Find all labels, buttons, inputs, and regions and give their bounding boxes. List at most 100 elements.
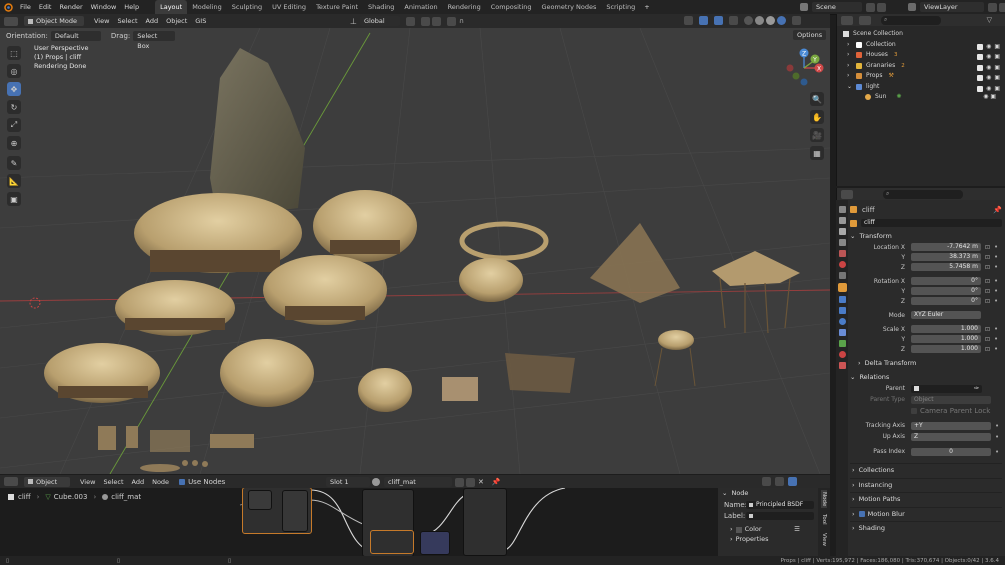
tab-scripting[interactable]: Scripting <box>601 0 640 14</box>
object-name-field[interactable]: cliff <box>861 219 1002 227</box>
keyframe-dot-icon[interactable]: • <box>994 297 998 305</box>
parent-type-dropdown[interactable]: Object <box>911 395 991 404</box>
pan-hand-icon[interactable]: ✋ <box>810 110 824 124</box>
add-cube-tool-icon[interactable]: ▣ <box>7 192 21 206</box>
pivot-icon[interactable] <box>405 16 415 26</box>
tab-rendering[interactable]: Rendering <box>443 0 486 14</box>
node-menu-node[interactable]: Node <box>148 475 173 489</box>
outliner-editor-type-icon[interactable] <box>841 15 853 25</box>
vector-node[interactable] <box>420 531 450 555</box>
expand-arrow-icon[interactable]: › <box>847 50 852 61</box>
outliner-row-sun[interactable]: Sun ✺ ◉ ▣ <box>843 92 1005 103</box>
keyframe-dot-icon[interactable]: • <box>994 325 998 333</box>
gizmo-toggle-icon[interactable] <box>699 16 708 25</box>
use-nodes-toggle[interactable]: Use Nodes <box>179 478 225 486</box>
material-shading-icon[interactable] <box>766 16 775 25</box>
pin-node-tree-icon[interactable]: 📌 <box>492 478 501 486</box>
location-x-field[interactable]: -7.7642 m <box>911 243 981 251</box>
exclude-checkbox[interactable] <box>977 85 984 92</box>
motion-blur-checkbox[interactable] <box>858 511 865 518</box>
tab-geometry-nodes[interactable]: Geometry Nodes <box>537 0 602 14</box>
parent-field[interactable]: ✑ <box>911 384 982 393</box>
scale-y-field[interactable]: 1.000 <box>911 335 981 343</box>
node-editor-type-icon[interactable] <box>4 477 18 486</box>
principled-bsdf-node[interactable] <box>463 488 507 556</box>
list-icon[interactable]: ☰ <box>794 524 800 535</box>
material-tab-icon[interactable] <box>838 351 846 358</box>
lock-icon[interactable]: ⊡ <box>985 244 990 251</box>
house-small-2[interactable] <box>220 339 314 407</box>
expand-arrow-icon[interactable]: ⌄ <box>847 82 852 93</box>
lock-icon[interactable]: ⊡ <box>985 288 990 295</box>
location-z-field[interactable]: 5.7458 m <box>911 263 981 271</box>
tab-compositing[interactable]: Compositing <box>486 0 537 14</box>
tab-layout[interactable]: Layout <box>155 0 188 14</box>
tab-shading[interactable]: Shading <box>363 0 399 14</box>
tent-frame[interactable] <box>590 223 680 303</box>
keyframe-dot-icon[interactable]: • <box>995 433 999 441</box>
constraints-tab-icon[interactable] <box>838 329 846 336</box>
rotation-z-field[interactable]: 0° <box>911 297 981 305</box>
properties-editor-type-icon[interactable] <box>841 189 853 199</box>
slot-dropdown[interactable]: Slot 1 <box>326 477 370 487</box>
xray-toggle-icon[interactable] <box>729 16 738 25</box>
transform-tool-icon[interactable]: ⊕ <box>7 136 21 150</box>
world-tab-icon[interactable] <box>838 261 846 268</box>
object-tab-icon[interactable] <box>837 283 847 292</box>
sun-visibility-icon[interactable]: ◉ ▣ <box>983 92 996 103</box>
move-tool-icon[interactable]: ✥ <box>7 82 21 96</box>
collection-tab-icon[interactable] <box>838 272 846 279</box>
crate[interactable] <box>442 377 478 401</box>
render-tab-icon[interactable] <box>838 217 846 224</box>
delete-view-layer-icon[interactable] <box>999 2 1005 12</box>
location-y-field[interactable]: 38.373 m <box>911 253 981 261</box>
display-mode-icon[interactable] <box>859 15 871 25</box>
unlink-material-icon[interactable]: ✕ <box>478 478 484 486</box>
outliner-row-collection[interactable]: › Collection ◉ ▣ <box>843 40 1005 51</box>
node-panel-header[interactable]: ⌄ Node <box>718 488 818 499</box>
pause-render-icon[interactable] <box>792 16 801 25</box>
scene-collection-row[interactable]: Scene Collection <box>843 29 1005 40</box>
filter-icon[interactable]: ▽ <box>987 16 992 24</box>
data-tab-icon[interactable] <box>838 340 846 347</box>
blender-logo-icon[interactable] <box>0 2 16 12</box>
lock-icon[interactable]: ⊡ <box>985 298 990 305</box>
expand-arrow-icon[interactable]: › <box>847 71 852 82</box>
lock-icon[interactable]: ⊡ <box>985 326 990 333</box>
scale-x-field[interactable]: 1.000 <box>911 325 981 333</box>
viewport-menu-view[interactable]: View <box>90 14 113 28</box>
granary-1[interactable] <box>459 258 523 302</box>
shelter-roof[interactable] <box>712 251 800 286</box>
rotation-x-field[interactable]: 0° <box>911 277 981 285</box>
measure-tool-icon[interactable]: 📐 <box>7 174 21 188</box>
add-workspace-button[interactable]: + <box>640 0 653 14</box>
node-color-checkbox[interactable] <box>735 526 742 533</box>
material-name-field[interactable]: cliff_mat <box>384 477 452 487</box>
keyframe-dot-icon[interactable]: • <box>995 448 999 456</box>
node-overlay-icon[interactable] <box>788 477 797 486</box>
node-snap-icon[interactable] <box>762 477 771 486</box>
keyframe-dot-icon[interactable]: • <box>994 287 998 295</box>
node-menu-view[interactable]: View <box>76 475 99 489</box>
node-menu-add[interactable]: Add <box>128 475 149 489</box>
proportional-edit-icon[interactable] <box>446 16 456 26</box>
perspective-grid-icon[interactable]: ▦ <box>810 146 824 160</box>
exclude-checkbox[interactable] <box>977 75 984 82</box>
pass-index-field[interactable]: 0 <box>911 447 991 456</box>
new-scene-icon[interactable] <box>866 2 875 12</box>
keyframe-dot-icon[interactable]: • <box>994 253 998 261</box>
select-box-tool-icon[interactable]: ⬚ <box>7 46 21 60</box>
keyframe-dot-icon[interactable]: • <box>994 263 998 271</box>
mapping-node[interactable] <box>282 490 308 532</box>
view-layer-selector[interactable]: ViewLayer <box>908 2 1005 12</box>
falloff-icon[interactable]: ∩ <box>459 17 464 25</box>
panel-motion-blur[interactable]: › Motion Blur <box>850 506 1002 522</box>
scene-tab-icon[interactable] <box>838 250 846 257</box>
view-layer-tab-icon[interactable] <box>838 239 846 246</box>
menu-file[interactable]: File <box>16 0 35 14</box>
transform-panel-header[interactable]: ⌄ Transform <box>850 231 1002 242</box>
lock-icon[interactable]: ⊡ <box>985 346 990 353</box>
keyframe-dot-icon[interactable]: • <box>994 243 998 251</box>
cursor-tool-icon[interactable]: ◎ <box>7 64 21 78</box>
node-properties-panel-header[interactable]: › Properties <box>718 535 818 543</box>
